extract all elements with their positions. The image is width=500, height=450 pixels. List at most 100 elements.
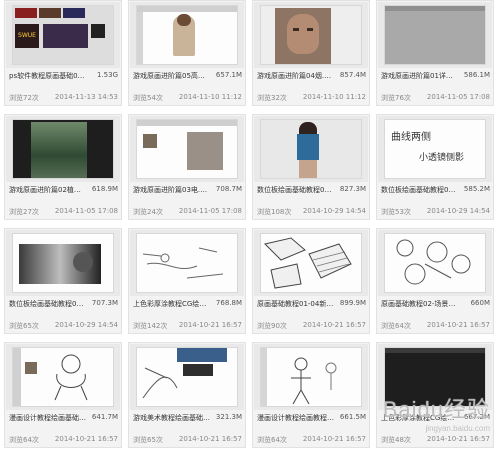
watermark-brand: Baidu经验 — [382, 397, 490, 422]
file-title[interactable]: 上色彩厚涂教程CG绘图教... — [133, 299, 211, 309]
sketch-image — [142, 247, 224, 279]
file-grid: SWUE ps软件教程原画基础01补... 1.53G 浏览72次 2014-1… — [4, 0, 496, 450]
upload-date: 2014-10-21 16:57 — [302, 321, 366, 329]
landscape-painting — [31, 122, 87, 178]
file-card[interactable]: 游戏原画进阶篇05高生生... 657.1M 浏览54次 2014-11-10 … — [128, 0, 246, 106]
video-thumbnail[interactable]: SWUE — [6, 2, 120, 68]
file-card[interactable]: 数位板绘画基础教程04色... 827.3M 浏览108次 2014-10-29… — [252, 114, 370, 220]
upload-date: 2014-10-29 14:54 — [426, 207, 490, 215]
video-thumbnail[interactable]: 曲线两侧 小透镜侧影 — [378, 116, 492, 182]
sketch-image — [291, 357, 337, 405]
thumbnail-frame — [260, 233, 362, 293]
file-title[interactable]: 游戏原画进阶篇03电.mp4 — [133, 185, 211, 195]
upload-date: 2014-11-13 14:53 — [54, 93, 118, 101]
file-card[interactable]: 游戏原画进阶篇02植内安... 618.9M 浏览27次 2014-11-05 … — [4, 114, 122, 220]
toolbar-strip — [137, 6, 237, 12]
thumbnail-frame — [260, 5, 362, 65]
upload-date: 2014-10-29 14:54 — [302, 207, 366, 215]
file-size: 586.1M — [463, 71, 490, 79]
file-size: 857.4M — [339, 71, 366, 79]
video-thumbnail[interactable] — [6, 230, 120, 296]
upload-date: 2014-10-29 14:54 — [54, 321, 118, 329]
video-thumbnail[interactable] — [254, 230, 368, 296]
video-thumbnail[interactable] — [6, 116, 120, 182]
thumbnail-frame — [12, 119, 114, 179]
qr-code-image — [91, 24, 105, 38]
file-title[interactable]: ps软件教程原画基础01补... — [9, 71, 87, 81]
view-count: 浏览108次 — [257, 208, 292, 216]
file-card[interactable]: 游戏美术教程绘画基础教程... 321.3M 浏览65次 2014-10-21 … — [128, 342, 246, 448]
file-size: 661.5M — [339, 413, 366, 421]
thumbnail-frame — [384, 233, 486, 293]
view-count: 浏览64次 — [381, 322, 411, 330]
file-title[interactable]: 游戏原画进阶篇04烟.mp4 — [257, 71, 335, 81]
view-count: 浏览24次 — [133, 208, 163, 216]
upload-date: 2014-10-21 16:57 — [426, 435, 490, 443]
file-title[interactable]: 漫画设计教程绘画教程04-... — [257, 413, 335, 423]
file-card[interactable]: 上色彩厚涂教程CG绘图教... 768.8M 浏览142次 2014-10-21… — [128, 228, 246, 334]
upload-date: 2014-10-21 16:57 — [302, 435, 366, 443]
tool-panel — [13, 348, 21, 406]
character-body — [297, 134, 319, 160]
file-title[interactable]: 游戏原画进阶篇01详细的... — [381, 71, 459, 81]
file-card[interactable]: 原画基础教程02-场景厚涂... 660M 浏览64次 2014-10-21 1… — [376, 228, 494, 334]
view-count: 浏览65次 — [133, 436, 163, 444]
file-card[interactable]: 游戏原画进阶篇04烟.mp4 857.4M 浏览32次 2014-11-10 1… — [252, 0, 370, 106]
file-title[interactable]: 游戏原画进阶篇02植内安... — [9, 185, 87, 195]
sketch-image — [54, 354, 88, 401]
file-card[interactable]: SWUE ps软件教程原画基础01补... 1.53G 浏览72次 2014-1… — [4, 0, 122, 106]
file-card[interactable]: 曲线两侧 小透镜侧影 数位板绘画基础教程05细... 585.2M 浏览53次 … — [376, 114, 494, 220]
file-card[interactable]: 原画基础教程01-04新场景... 899.9M 浏览90次 2014-10-2… — [252, 228, 370, 334]
view-count: 浏览76次 — [381, 94, 411, 102]
banner-image — [63, 8, 85, 18]
file-card[interactable]: 漫画设计教程绘画教程04-... 661.5M 浏览64次 2014-10-21… — [252, 342, 370, 448]
video-thumbnail[interactable] — [130, 2, 244, 68]
file-title[interactable]: 数位板绘画基础教程04色... — [257, 185, 335, 195]
file-title[interactable]: 数位板绘画基础教程05细... — [381, 185, 459, 195]
file-size: 660M — [470, 299, 490, 307]
video-thumbnail[interactable] — [6, 344, 120, 410]
file-card[interactable]: 游戏原画进阶篇03电.mp4 708.7M 浏览24次 2014-11-05 1… — [128, 114, 246, 220]
video-thumbnail[interactable] — [130, 344, 244, 410]
thumbnail-frame — [12, 347, 114, 407]
sketch-note: 曲线两侧 — [391, 132, 431, 143]
video-thumbnail[interactable] — [130, 230, 244, 296]
video-thumbnail[interactable] — [130, 116, 244, 182]
upload-date: 2014-10-21 16:57 — [426, 321, 490, 329]
sketch-image — [264, 237, 352, 289]
file-card[interactable]: 游戏原画进阶篇01详细的... 586.1M 浏览76次 2014-11-05 … — [376, 0, 494, 106]
thumbnail-frame — [136, 233, 238, 293]
file-title[interactable]: 游戏原画进阶篇05高生生... — [133, 71, 211, 81]
file-title[interactable]: 数位板绘画基础教程03会... — [9, 299, 87, 309]
avatar — [143, 134, 157, 148]
character-legs — [299, 160, 317, 178]
video-thumbnail[interactable] — [254, 2, 368, 68]
interior-painting — [187, 132, 223, 170]
video-thumbnail[interactable] — [378, 230, 492, 296]
file-card[interactable]: 漫画设计教程绘画基础教程... 641.7M 浏览64次 2014-10-21 … — [4, 342, 122, 448]
thumbnail-frame — [136, 347, 238, 407]
file-title[interactable]: 原画基础教程01-04新场景... — [257, 299, 335, 309]
file-size: 707.3M — [91, 299, 118, 307]
file-card[interactable]: 数位板绘画基础教程03会... 707.3M 浏览65次 2014-10-29 … — [4, 228, 122, 334]
upload-date: 2014-11-10 11:12 — [178, 93, 242, 101]
toolbar-strip — [385, 348, 485, 353]
video-thumbnail[interactable] — [254, 116, 368, 182]
file-size: 827.3M — [339, 185, 366, 193]
eye-image — [293, 28, 299, 31]
file-title[interactable]: 漫画设计教程绘画基础教程... — [9, 413, 87, 423]
thumbnail-frame: 曲线两侧 小透镜侧影 — [384, 119, 486, 179]
upload-date: 2014-10-21 16:57 — [178, 321, 242, 329]
file-title[interactable]: 游戏美术教程绘画基础教程... — [133, 413, 211, 423]
video-thumbnail[interactable] — [254, 344, 368, 410]
thumbnail-frame — [136, 5, 238, 65]
thumbnail-frame — [12, 233, 114, 293]
file-title[interactable]: 原画基础教程02-场景厚涂... — [381, 299, 459, 309]
promo-image — [43, 24, 88, 48]
view-count: 浏览27次 — [9, 208, 39, 216]
watermark-url: jingyan.baidu.com — [425, 424, 490, 433]
file-size: 768.8M — [215, 299, 242, 307]
video-thumbnail[interactable] — [378, 2, 492, 68]
view-count: 浏览142次 — [133, 322, 168, 330]
view-count: 浏览64次 — [257, 436, 287, 444]
